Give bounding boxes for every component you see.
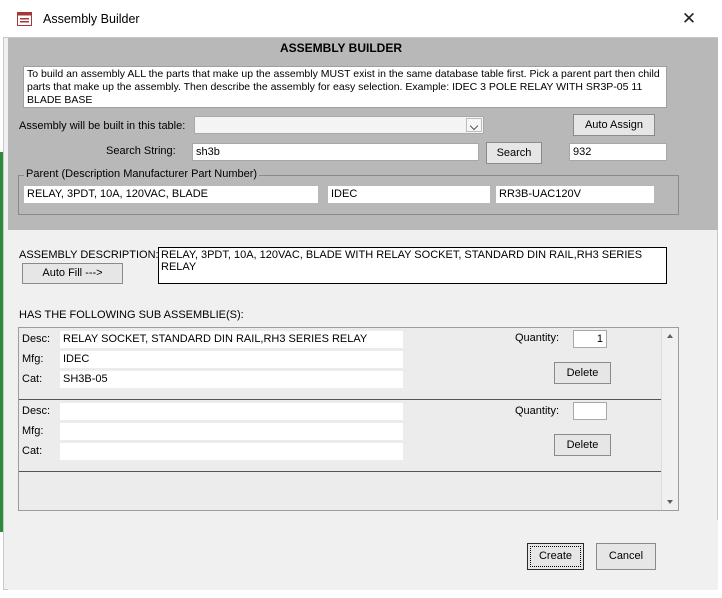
- row2-cat-field[interactable]: [60, 443, 403, 460]
- parent-manufacturer-field[interactable]: IDEC: [328, 186, 490, 203]
- sub-list-scrollbar[interactable]: [661, 328, 678, 510]
- assembly-description-label: ASSEMBLY DESCRIPTION:: [19, 249, 159, 261]
- row1-quantity-field[interactable]: 1: [573, 330, 607, 348]
- row1-mfg-label: Mfg:: [22, 353, 44, 365]
- search-input[interactable]: sh3b: [192, 143, 479, 161]
- instructions-text: To build an assembly ALL the parts that …: [23, 66, 667, 108]
- table-select-combo[interactable]: [194, 116, 484, 134]
- chevron-down-icon[interactable]: [466, 118, 482, 132]
- row2-desc-label: Desc:: [22, 405, 51, 417]
- row2-cat-label: Cat:: [22, 445, 43, 457]
- row1-delete-button[interactable]: Delete: [554, 362, 611, 384]
- row1-cat-label: Cat:: [22, 373, 43, 385]
- table-select-label: Assembly will be built in this table:: [19, 120, 186, 132]
- close-icon[interactable]: ✕: [676, 8, 702, 32]
- form-icon: [17, 12, 32, 26]
- create-button[interactable]: Create: [527, 543, 584, 570]
- scroll-down-icon[interactable]: [662, 494, 678, 510]
- row-divider: [19, 471, 661, 472]
- row2-quantity-field[interactable]: [573, 402, 607, 420]
- row2-mfg-label: Mfg:: [22, 425, 44, 437]
- form-heading: ASSEMBLY BUILDER: [279, 41, 403, 55]
- scroll-up-icon[interactable]: [662, 328, 678, 344]
- search-label: Search String:: [106, 145, 176, 157]
- search-button[interactable]: Search: [486, 142, 542, 164]
- auto-fill-button[interactable]: Auto Fill --->: [22, 263, 123, 284]
- row1-quantity-label: Quantity:: [515, 332, 560, 344]
- assembly-description-field[interactable]: RELAY, 3PDT, 10A, 120VAC, BLADE WITH REL…: [158, 247, 667, 284]
- window-title: Assembly Builder: [43, 12, 140, 26]
- search-result-count: 932: [569, 143, 667, 161]
- row2-quantity-label: Quantity:: [515, 405, 560, 417]
- parent-legend: Parent (Description Manufacturer Part Nu…: [24, 168, 260, 180]
- sub-assemblies-heading: HAS THE FOLLOWING SUB ASSEMBLIE(S):: [19, 309, 244, 321]
- row2-desc-field[interactable]: [60, 403, 403, 420]
- parent-description-field[interactable]: RELAY, 3PDT, 10A, 120VAC, BLADE: [24, 186, 318, 203]
- row1-desc-label: Desc:: [22, 333, 51, 345]
- row1-cat-field[interactable]: SH3B-05: [60, 371, 403, 388]
- row2-delete-button[interactable]: Delete: [554, 434, 611, 456]
- row2-mfg-field[interactable]: [60, 423, 403, 440]
- row1-mfg-field[interactable]: IDEC: [60, 351, 403, 368]
- cancel-button[interactable]: Cancel: [596, 543, 656, 570]
- row1-desc-field[interactable]: RELAY SOCKET, STANDARD DIN RAIL,RH3 SERI…: [60, 331, 403, 348]
- auto-assign-button[interactable]: Auto Assign: [573, 114, 655, 136]
- row-divider: [19, 399, 661, 400]
- parent-part-number-field[interactable]: RR3B-UAC120V: [496, 186, 654, 203]
